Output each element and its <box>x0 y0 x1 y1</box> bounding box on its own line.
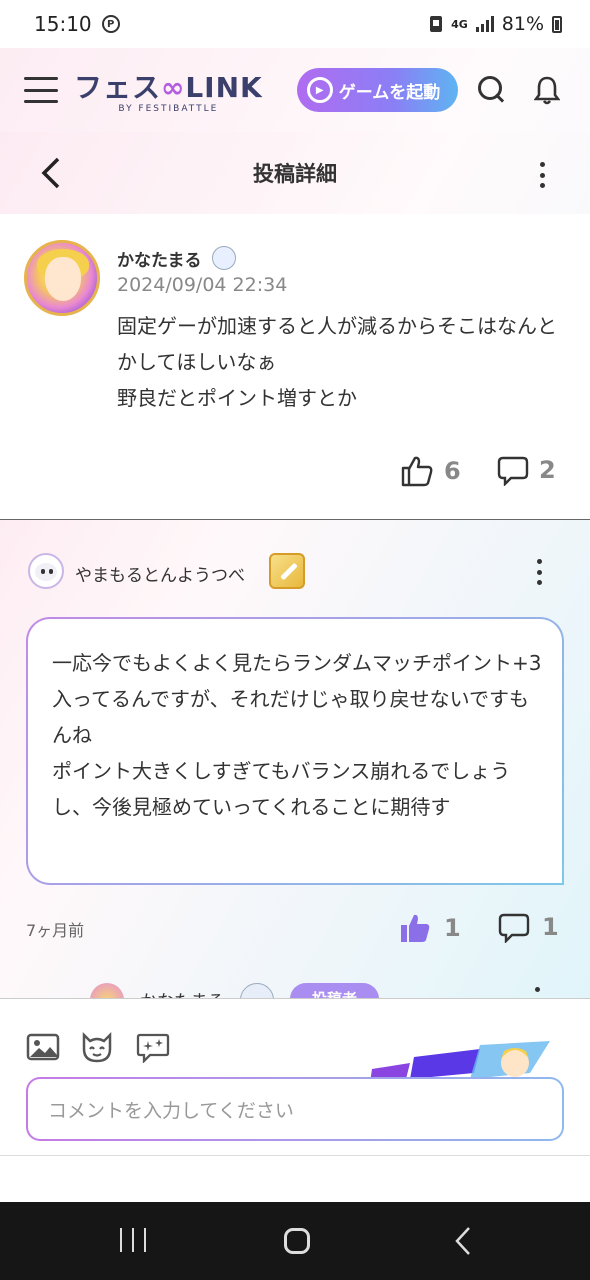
bell-icon[interactable] <box>533 75 561 105</box>
image-icon[interactable] <box>26 1031 60 1063</box>
comment-composer: コメントを入力してください <box>0 998 590 1202</box>
avatar[interactable] <box>24 240 100 316</box>
reply-preview[interactable]: かなたまる 投稿者 <box>90 979 590 999</box>
reply-button[interactable]: 1 <box>498 911 559 943</box>
original-post: かなたまる 2024/09/04 22:34 固定ゲーが加速すると人が減るからそ… <box>0 214 590 520</box>
infinity-icon: ∞ <box>161 71 186 104</box>
signal-icon <box>475 16 494 32</box>
author-badge-icon <box>240 983 274 999</box>
launch-game-label: ゲームを起動 <box>338 82 441 103</box>
post-body: 固定ゲーが加速すると人が減るからそこはなんとかしてほしいなぁ 野良だとポイント増… <box>117 314 557 410</box>
system-nav-bar <box>0 1202 590 1280</box>
reply-count: 1 <box>542 913 559 941</box>
comment-like-button[interactable]: 1 <box>398 911 461 945</box>
comment-button[interactable]: 2 <box>497 454 556 486</box>
more-options-icon[interactable] <box>535 987 540 992</box>
recent-apps-icon[interactable] <box>120 1228 146 1252</box>
like-button[interactable]: 6 <box>400 454 461 488</box>
menu-icon[interactable] <box>24 77 58 103</box>
page-header: 投稿詳細 <box>0 132 590 214</box>
parking-icon: P <box>101 15 120 33</box>
back-icon[interactable] <box>36 156 66 190</box>
comment-icon <box>497 456 529 486</box>
comment-body: 一応今でもよくよく見たらランダムマッチポイント+3入ってるんですが、それだけじゃ… <box>52 651 542 819</box>
comment-count: 2 <box>539 456 556 484</box>
comment-item: やまもるとんようつべ 一応今でもよくよく見たらランダムマッチポイント+3入ってる… <box>0 521 590 999</box>
page-title: 投稿詳細 <box>253 162 337 186</box>
author-badge-icon <box>212 246 236 270</box>
logo-link-text: LINK <box>185 71 263 104</box>
network-type: 4G <box>451 17 468 31</box>
comment-icon <box>498 913 530 943</box>
logo-text: フェス <box>74 71 162 104</box>
comment-input[interactable]: コメントを入力してください <box>26 1077 564 1141</box>
comment-bubble: 一応今でもよくよく見たらランダムマッチポイント+3入ってるんですが、それだけじゃ… <box>26 617 564 885</box>
play-icon: ▶ <box>306 77 333 103</box>
thumbs-up-icon <box>401 456 433 487</box>
thumbs-up-filled-icon <box>401 914 430 942</box>
sync-icon <box>430 16 443 32</box>
more-options-icon[interactable] <box>535 559 543 585</box>
poster-tag: 投稿者 <box>290 983 380 999</box>
system-back-icon[interactable] <box>455 1226 471 1256</box>
like-count: 6 <box>444 457 461 485</box>
battery-percent: 81% <box>501 13 544 35</box>
app-header: フェス∞LINK BY FESTIBATTLE ▶ ゲームを起動 <box>0 48 590 132</box>
comment-author[interactable]: やまもるとんようつべ <box>75 561 245 586</box>
status-bar: 15:10 P 4G 81% <box>0 0 590 48</box>
comment-like-count: 1 <box>444 914 461 942</box>
comment-time: 7ヶ月前 <box>26 921 85 940</box>
app-logo[interactable]: フェス∞LINK BY FESTIBATTLE <box>74 66 263 114</box>
post-date: 2024/09/04 22:34 <box>117 274 288 296</box>
battery-icon <box>552 15 562 33</box>
more-options-icon[interactable] <box>538 162 546 188</box>
emoji-icon[interactable] <box>136 1031 170 1063</box>
status-indicators: 4G 81% <box>429 13 562 35</box>
post-author[interactable]: かなたまる <box>117 246 202 271</box>
launch-game-button[interactable]: ▶ ゲームを起動 <box>296 68 459 112</box>
avatar[interactable] <box>28 553 64 589</box>
divider <box>0 1155 590 1156</box>
stamp-icon[interactable] <box>80 1031 114 1063</box>
search-icon[interactable] <box>478 76 506 104</box>
home-icon[interactable] <box>284 1228 310 1254</box>
status-time: 15:10 <box>34 12 92 36</box>
logo-subtitle: BY FESTIBATTLE <box>118 104 219 114</box>
pencil-badge-icon <box>269 553 305 589</box>
avatar <box>90 983 124 999</box>
